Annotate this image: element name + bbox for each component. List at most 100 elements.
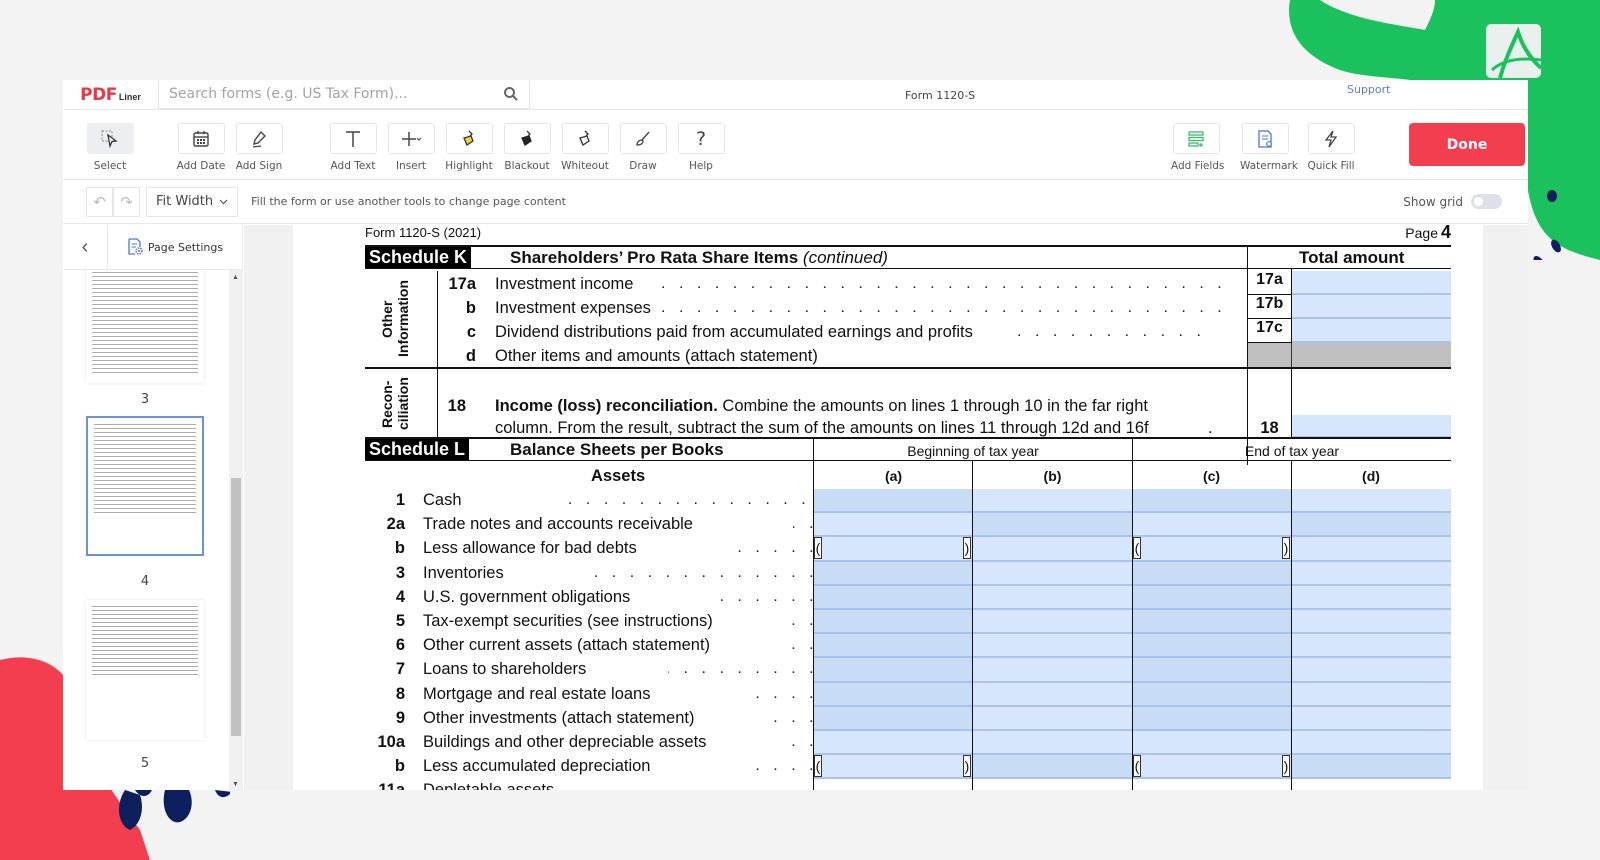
page-settings-button[interactable]: Page Settings — [108, 225, 242, 269]
field-line-9-col-d[interactable] — [1292, 706, 1451, 731]
field-17c[interactable] — [1292, 319, 1451, 343]
field-line-1-col-d[interactable] — [1292, 489, 1451, 514]
tool-draw[interactable]: Draw — [618, 123, 668, 172]
line-number: 5 — [395, 612, 405, 630]
tool-add-text[interactable]: Add Text — [328, 123, 378, 172]
field-line-b-col-d[interactable] — [1292, 537, 1451, 562]
section-label-line: Other — [379, 300, 395, 338]
field-18[interactable] — [1292, 415, 1451, 438]
tool-highlight[interactable]: Highlight — [444, 123, 494, 172]
tool-watermark[interactable]: Watermark — [1240, 123, 1298, 172]
field-line-b-col-b[interactable] — [973, 755, 1132, 780]
field-line-2a-col-d[interactable] — [1292, 513, 1451, 538]
scroll-up-arrow-icon[interactable]: ▲ — [232, 274, 239, 281]
field-17a[interactable] — [1292, 271, 1451, 295]
field-line-5-col-a[interactable] — [814, 610, 972, 635]
tool-insert[interactable]: Insert — [386, 123, 436, 172]
tool-add-sign[interactable]: Add Sign — [234, 123, 284, 172]
toolbar: Select Add Date Add Sign Add Text Insert… — [63, 110, 1528, 180]
field-line-10a-col-a[interactable] — [814, 731, 972, 756]
field-line-9-col-a[interactable] — [814, 706, 972, 731]
column-header-a: (a) — [884, 468, 903, 484]
leader-dots: ........... — [1017, 323, 1215, 340]
line-text: Inventories — [423, 563, 504, 582]
line-18-text-1: Combine the amounts on lines 1 through 1… — [717, 397, 1148, 415]
thumbnail-list: 3 4 5 — [63, 270, 229, 790]
field-line-3-col-d[interactable] — [1292, 561, 1451, 586]
field-line-10a-col-b[interactable] — [973, 731, 1132, 756]
field-line-1-col-a[interactable] — [814, 489, 972, 514]
field-line-8-col-b[interactable] — [973, 682, 1132, 707]
field-line-10a-col-d[interactable] — [1292, 731, 1451, 756]
field-line-3-col-c[interactable] — [1133, 561, 1291, 586]
field-line-4-col-b[interactable] — [973, 585, 1132, 610]
show-grid-toggle[interactable]: Show grid — [1403, 194, 1502, 209]
field-line-4-col-d[interactable] — [1292, 585, 1451, 610]
show-grid-label: Show grid — [1403, 194, 1463, 209]
field-line-b-col-d[interactable] — [1292, 755, 1451, 780]
field-line-9-col-b[interactable] — [973, 706, 1132, 731]
sidebar-scrollbar[interactable]: ▲ ▼ — [229, 270, 243, 790]
field-line-2a-col-a[interactable] — [814, 513, 972, 538]
scroll-down-arrow-icon[interactable]: ▼ — [232, 781, 239, 788]
field-line-8-col-c[interactable] — [1133, 682, 1291, 707]
field-17b[interactable] — [1292, 295, 1451, 319]
field-line-9-col-c[interactable] — [1133, 706, 1291, 731]
field-line-5-col-b[interactable] — [973, 610, 1132, 635]
field-line-10a-col-c[interactable] — [1133, 731, 1291, 756]
tool-select[interactable]: Select — [85, 123, 135, 172]
field-line-b-col-b[interactable] — [973, 537, 1132, 562]
field-line-7-col-b[interactable] — [973, 658, 1132, 683]
line-number: 1 — [395, 491, 405, 509]
field-line-b-col-a[interactable] — [814, 755, 972, 780]
field-line-b-col-a[interactable] — [814, 537, 972, 562]
field-line-5-col-d[interactable] — [1292, 610, 1451, 635]
field-line-2a-col-b[interactable] — [973, 513, 1132, 538]
zoom-select[interactable]: Fit Width — [146, 186, 239, 217]
field-line-8-col-a[interactable] — [814, 682, 972, 707]
field-line-2a-col-c[interactable] — [1133, 513, 1291, 538]
tool-help[interactable]: ? Help — [676, 123, 726, 172]
tool-add-fields[interactable]: Add Fields — [1171, 123, 1224, 172]
search-input[interactable] — [169, 86, 489, 102]
collapse-sidebar-button[interactable]: ‹ — [63, 225, 108, 269]
line-18-bold: Income (loss) reconciliation. — [495, 397, 718, 415]
schedule-k-title: Shareholders’ Pro Rata Share Items (cont… — [510, 248, 888, 268]
support-link[interactable]: Support — [1347, 83, 1390, 96]
tool-quick-fill[interactable]: Quick Fill — [1306, 123, 1356, 172]
field-line-b-col-c[interactable] — [1133, 755, 1291, 780]
undo-button[interactable]: ↶ — [86, 186, 113, 217]
field-line-4-col-a[interactable] — [814, 585, 972, 610]
search-icon[interactable] — [503, 86, 519, 102]
page-thumbnail-4[interactable] — [86, 416, 204, 556]
toggle-switch[interactable] — [1471, 194, 1502, 209]
field-line-6-col-b[interactable] — [973, 634, 1132, 659]
hint-text: Fill the form or use another tools to ch… — [251, 195, 566, 208]
scrollbar-thumb[interactable] — [231, 478, 241, 736]
field-line-3-col-a[interactable] — [814, 561, 972, 586]
field-line-6-col-a[interactable] — [814, 634, 972, 659]
field-line-7-col-a[interactable] — [814, 658, 972, 683]
field-line-1-col-c[interactable] — [1133, 489, 1291, 514]
field-line-7-col-c[interactable] — [1133, 658, 1291, 683]
tool-whiteout[interactable]: Whiteout — [560, 123, 610, 172]
whiteout-brush-icon — [579, 130, 590, 146]
search-box — [158, 80, 530, 109]
field-line-b-col-c[interactable] — [1133, 537, 1291, 562]
pdfliner-logo[interactable]: PDF Liner — [63, 85, 158, 105]
field-line-6-col-c[interactable] — [1133, 634, 1291, 659]
page-thumbnail-5[interactable] — [86, 600, 204, 740]
field-line-3-col-b[interactable] — [973, 561, 1132, 586]
field-line-1-col-b[interactable] — [973, 489, 1132, 514]
page-thumbnail-3[interactable] — [86, 270, 204, 383]
field-line-5-col-c[interactable] — [1133, 610, 1291, 635]
done-button[interactable]: Done — [1409, 123, 1525, 166]
field-line-8-col-d[interactable] — [1292, 682, 1451, 707]
field-line-4-col-c[interactable] — [1133, 585, 1291, 610]
redo-button[interactable]: ↷ — [113, 186, 140, 217]
tool-add-date[interactable]: Add Date — [176, 123, 226, 172]
section-label-line: Information — [395, 280, 411, 358]
field-line-7-col-d[interactable] — [1292, 658, 1451, 683]
tool-blackout[interactable]: Blackout — [502, 123, 552, 172]
field-line-6-col-d[interactable] — [1292, 634, 1451, 659]
